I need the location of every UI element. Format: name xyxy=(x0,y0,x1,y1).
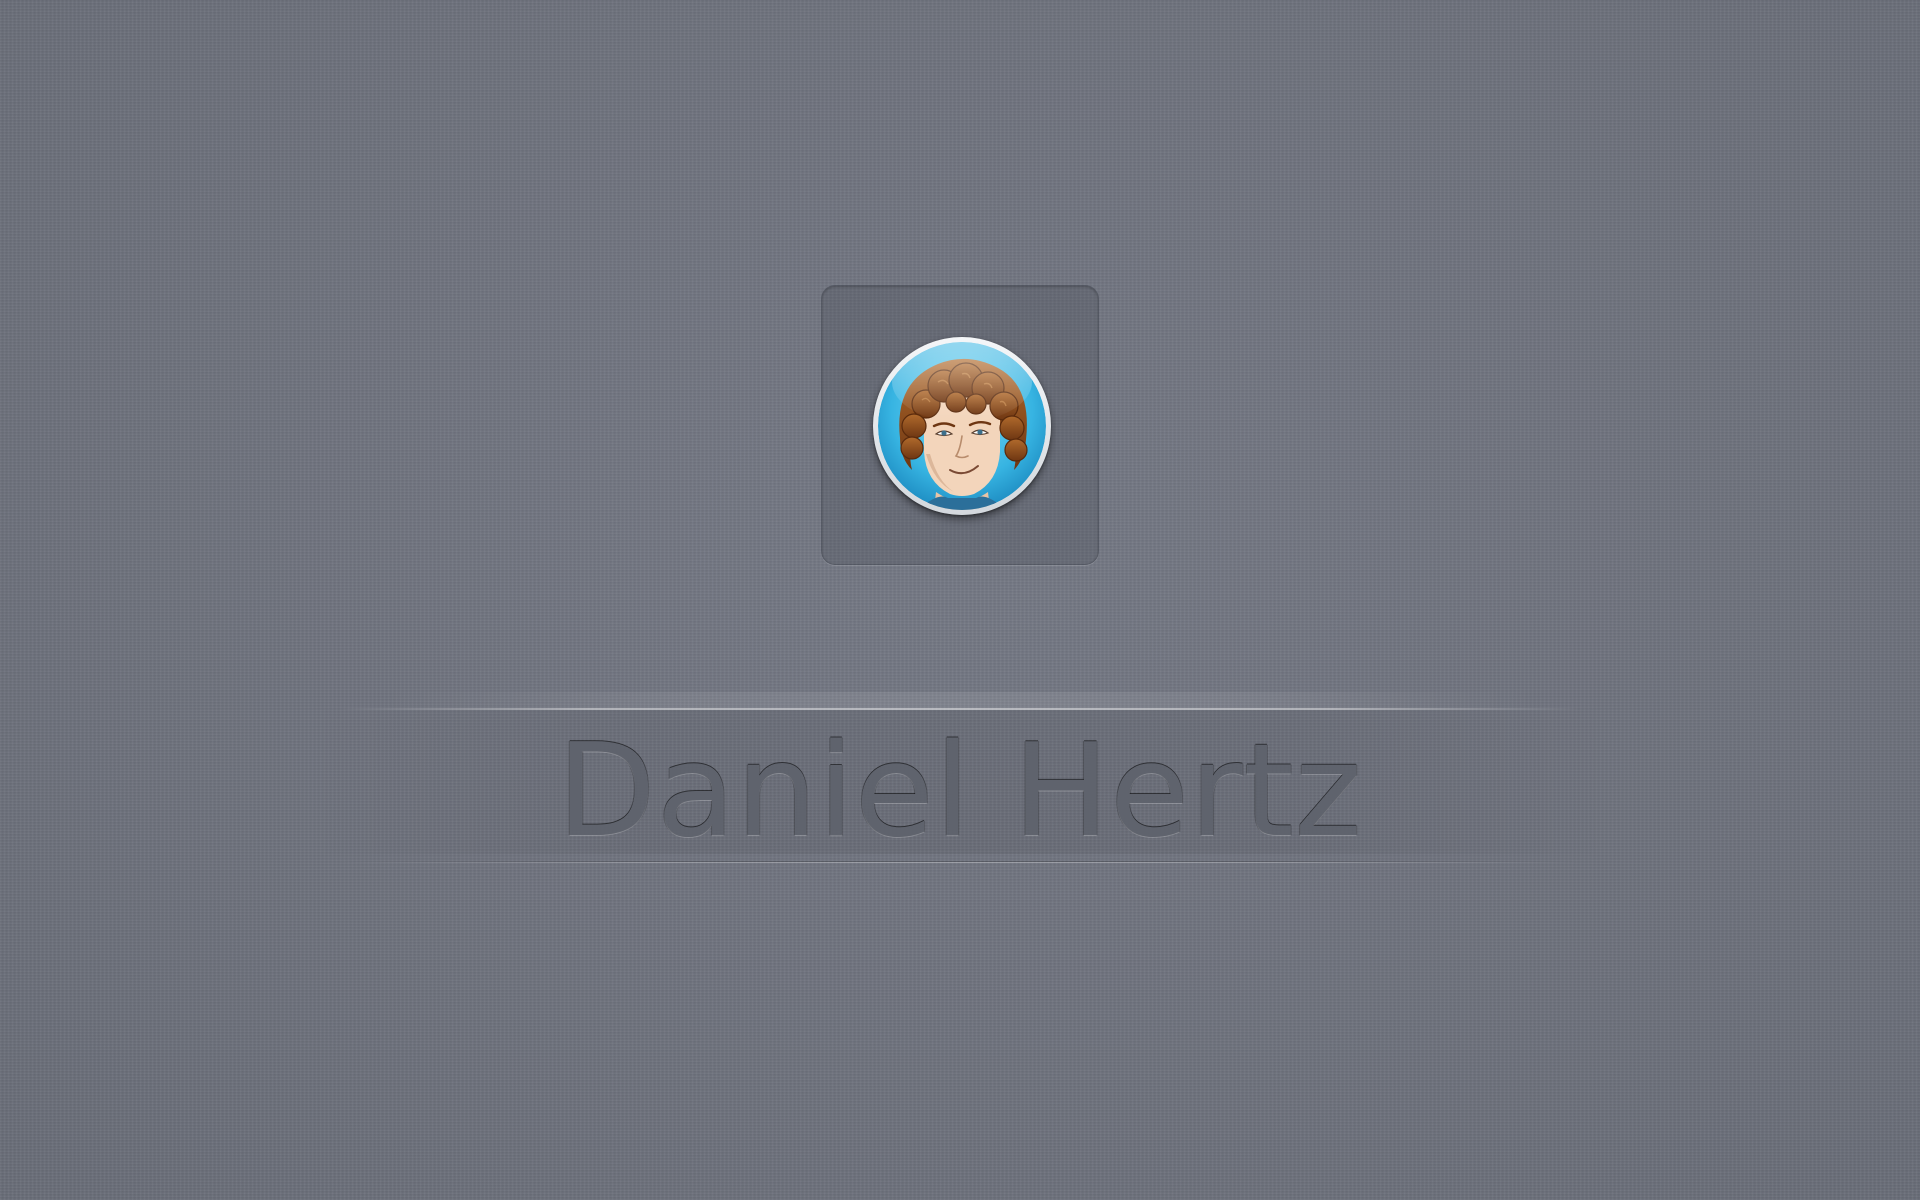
band-bottom-divider xyxy=(340,862,1580,863)
user-avatar[interactable] xyxy=(873,337,1051,515)
user-name-band: Daniel Hertz xyxy=(0,692,1920,866)
user-tile[interactable] xyxy=(821,285,1099,565)
band-top-highlight xyxy=(380,692,1540,708)
user-name-label: Daniel Hertz xyxy=(557,717,1363,866)
avatar-portrait-icon xyxy=(878,342,1046,510)
